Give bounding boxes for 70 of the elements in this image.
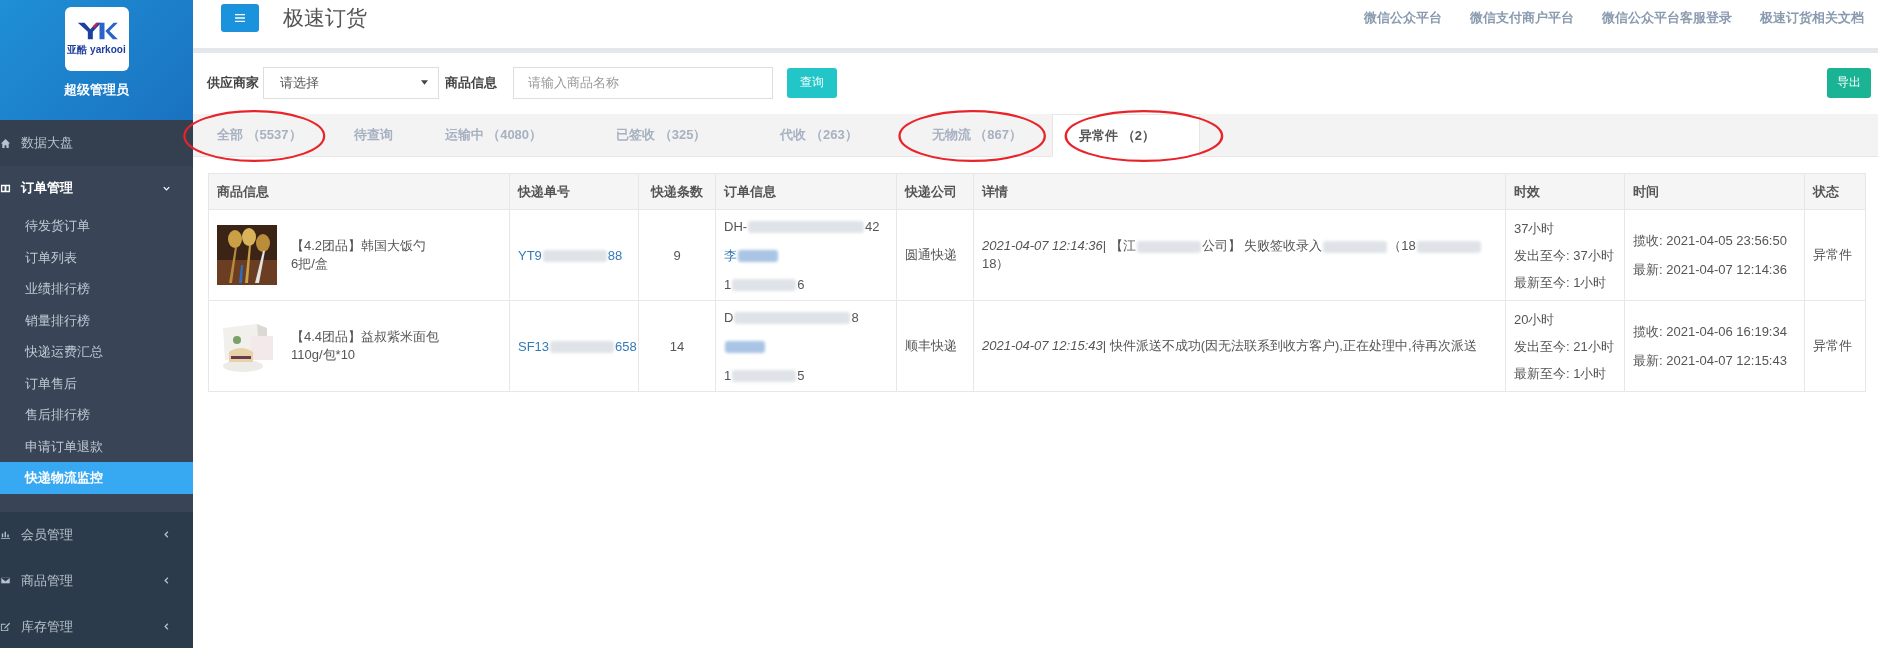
menu-item[interactable]: 商品管理	[0, 557, 193, 604]
aging-text: 20小时	[1514, 310, 1556, 329]
menu-item[interactable]: 数据大盘	[0, 120, 193, 166]
aging-text: 37小时	[1514, 219, 1556, 238]
table-icon	[0, 182, 11, 194]
tracking-detail-text: 2021-04-07 12:15:43| 快件派送不成功(因无法联系到收方客户),正在处理中,待再次派送	[982, 337, 1478, 355]
submenu-item[interactable]: 业绩排行榜	[0, 273, 193, 305]
header-link[interactable]: 微信公众平台客服登录	[1602, 2, 1732, 34]
menu-item[interactable]: 订单管理	[0, 166, 193, 210]
home-icon	[0, 137, 11, 149]
field-label: 供应商家	[207, 73, 259, 92]
column-header: 时效	[1505, 173, 1625, 210]
product-spec: 110g/包*10	[291, 346, 357, 364]
column-header: 快递单号	[509, 173, 639, 210]
submenu-item[interactable]: 申请订单退款	[0, 430, 193, 462]
submenu-item[interactable]: 快递运费汇总	[0, 336, 193, 368]
bar-chart-icon	[0, 529, 11, 540]
page-title: 极速订货	[283, 5, 367, 31]
submenu-item[interactable]: 订单售后	[0, 367, 193, 399]
status-cell: 异常件	[1804, 209, 1866, 301]
column-header: 快递条数	[638, 173, 716, 210]
time-text: 最新: 2021-04-07 12:15:43	[1633, 352, 1788, 370]
customer-link[interactable]: 李	[724, 240, 888, 270]
status-cell: 异常件	[1804, 300, 1866, 392]
table-cell: 圆通快递	[896, 209, 974, 301]
logo-text: 亚酷 yarkooi	[67, 43, 126, 57]
dropdown-icon	[421, 80, 428, 85]
menu-icon	[235, 14, 245, 22]
chevron-left-icon	[162, 622, 171, 631]
tracking-detail-text: 2021-04-07 12:14:36| 【江 公司】 失败签收录入 （18 18）	[982, 237, 1497, 273]
table-cell: 14	[638, 300, 716, 392]
export-button[interactable]: 导出	[1827, 67, 1871, 98]
menu-item[interactable]: 会员管理	[0, 511, 193, 558]
product-name: 【4.2团品】韩国大饭勺	[291, 237, 427, 255]
time-text: 揽收: 2021-04-05 23:56:50	[1633, 232, 1788, 250]
time-text: 揽收: 2021-04-06 16:19:34	[1633, 323, 1788, 341]
header-link[interactable]: 微信公众平台	[1364, 2, 1442, 34]
submenu-item[interactable]: 订单列表	[0, 241, 193, 273]
field-label: 商品信息	[445, 73, 497, 92]
column-header: 状态	[1804, 173, 1866, 210]
chevron-left-icon	[162, 530, 171, 539]
column-header: 订单信息	[715, 173, 897, 210]
product-name: 【4.4团品】益叔紫米面包	[291, 328, 440, 346]
tab[interactable]: 异常件 （2）	[1052, 114, 1200, 157]
menu-button[interactable]	[221, 4, 259, 32]
aging-text: 发出至今: 37小时	[1514, 246, 1615, 265]
time-text: 最新: 2021-04-07 12:14:36	[1633, 261, 1788, 279]
table-cell: 顺丰快递	[896, 300, 974, 392]
product-search-field[interactable]: 请输入商品名称	[513, 66, 773, 99]
table-cell: 9	[638, 209, 716, 301]
column-header: 详情	[973, 173, 1506, 210]
aging-text: 最新至今: 1小时	[1514, 273, 1608, 292]
header-link[interactable]: 微信支付商户平台	[1470, 2, 1574, 34]
submenu-item[interactable]: 快递物流监控	[0, 462, 193, 494]
header-link[interactable]: 极速订货相关文档	[1760, 2, 1864, 34]
product-spec: 6把/盒	[291, 255, 329, 273]
column-header: 商品信息	[208, 173, 510, 210]
chevron-left-icon	[162, 576, 171, 585]
submenu-item[interactable]: 待发货订单	[0, 210, 193, 242]
supplier-select[interactable]: 请选择	[263, 66, 439, 99]
edit-icon	[0, 621, 11, 632]
aging-text: 最新至今: 1小时	[1514, 364, 1608, 383]
column-header: 时间	[1624, 173, 1805, 210]
aging-text: 发出至今: 21小时	[1514, 337, 1615, 356]
menu-item[interactable]: 库存管理	[0, 603, 193, 648]
submenu-item[interactable]: 售后排行榜	[0, 399, 193, 431]
user-name: 超级管理员	[64, 81, 129, 99]
tracking-number-link[interactable]: SF13 658	[518, 338, 637, 354]
column-header: 快递公司	[896, 173, 974, 210]
submenu-item[interactable]: 销量排行榜	[0, 304, 193, 336]
